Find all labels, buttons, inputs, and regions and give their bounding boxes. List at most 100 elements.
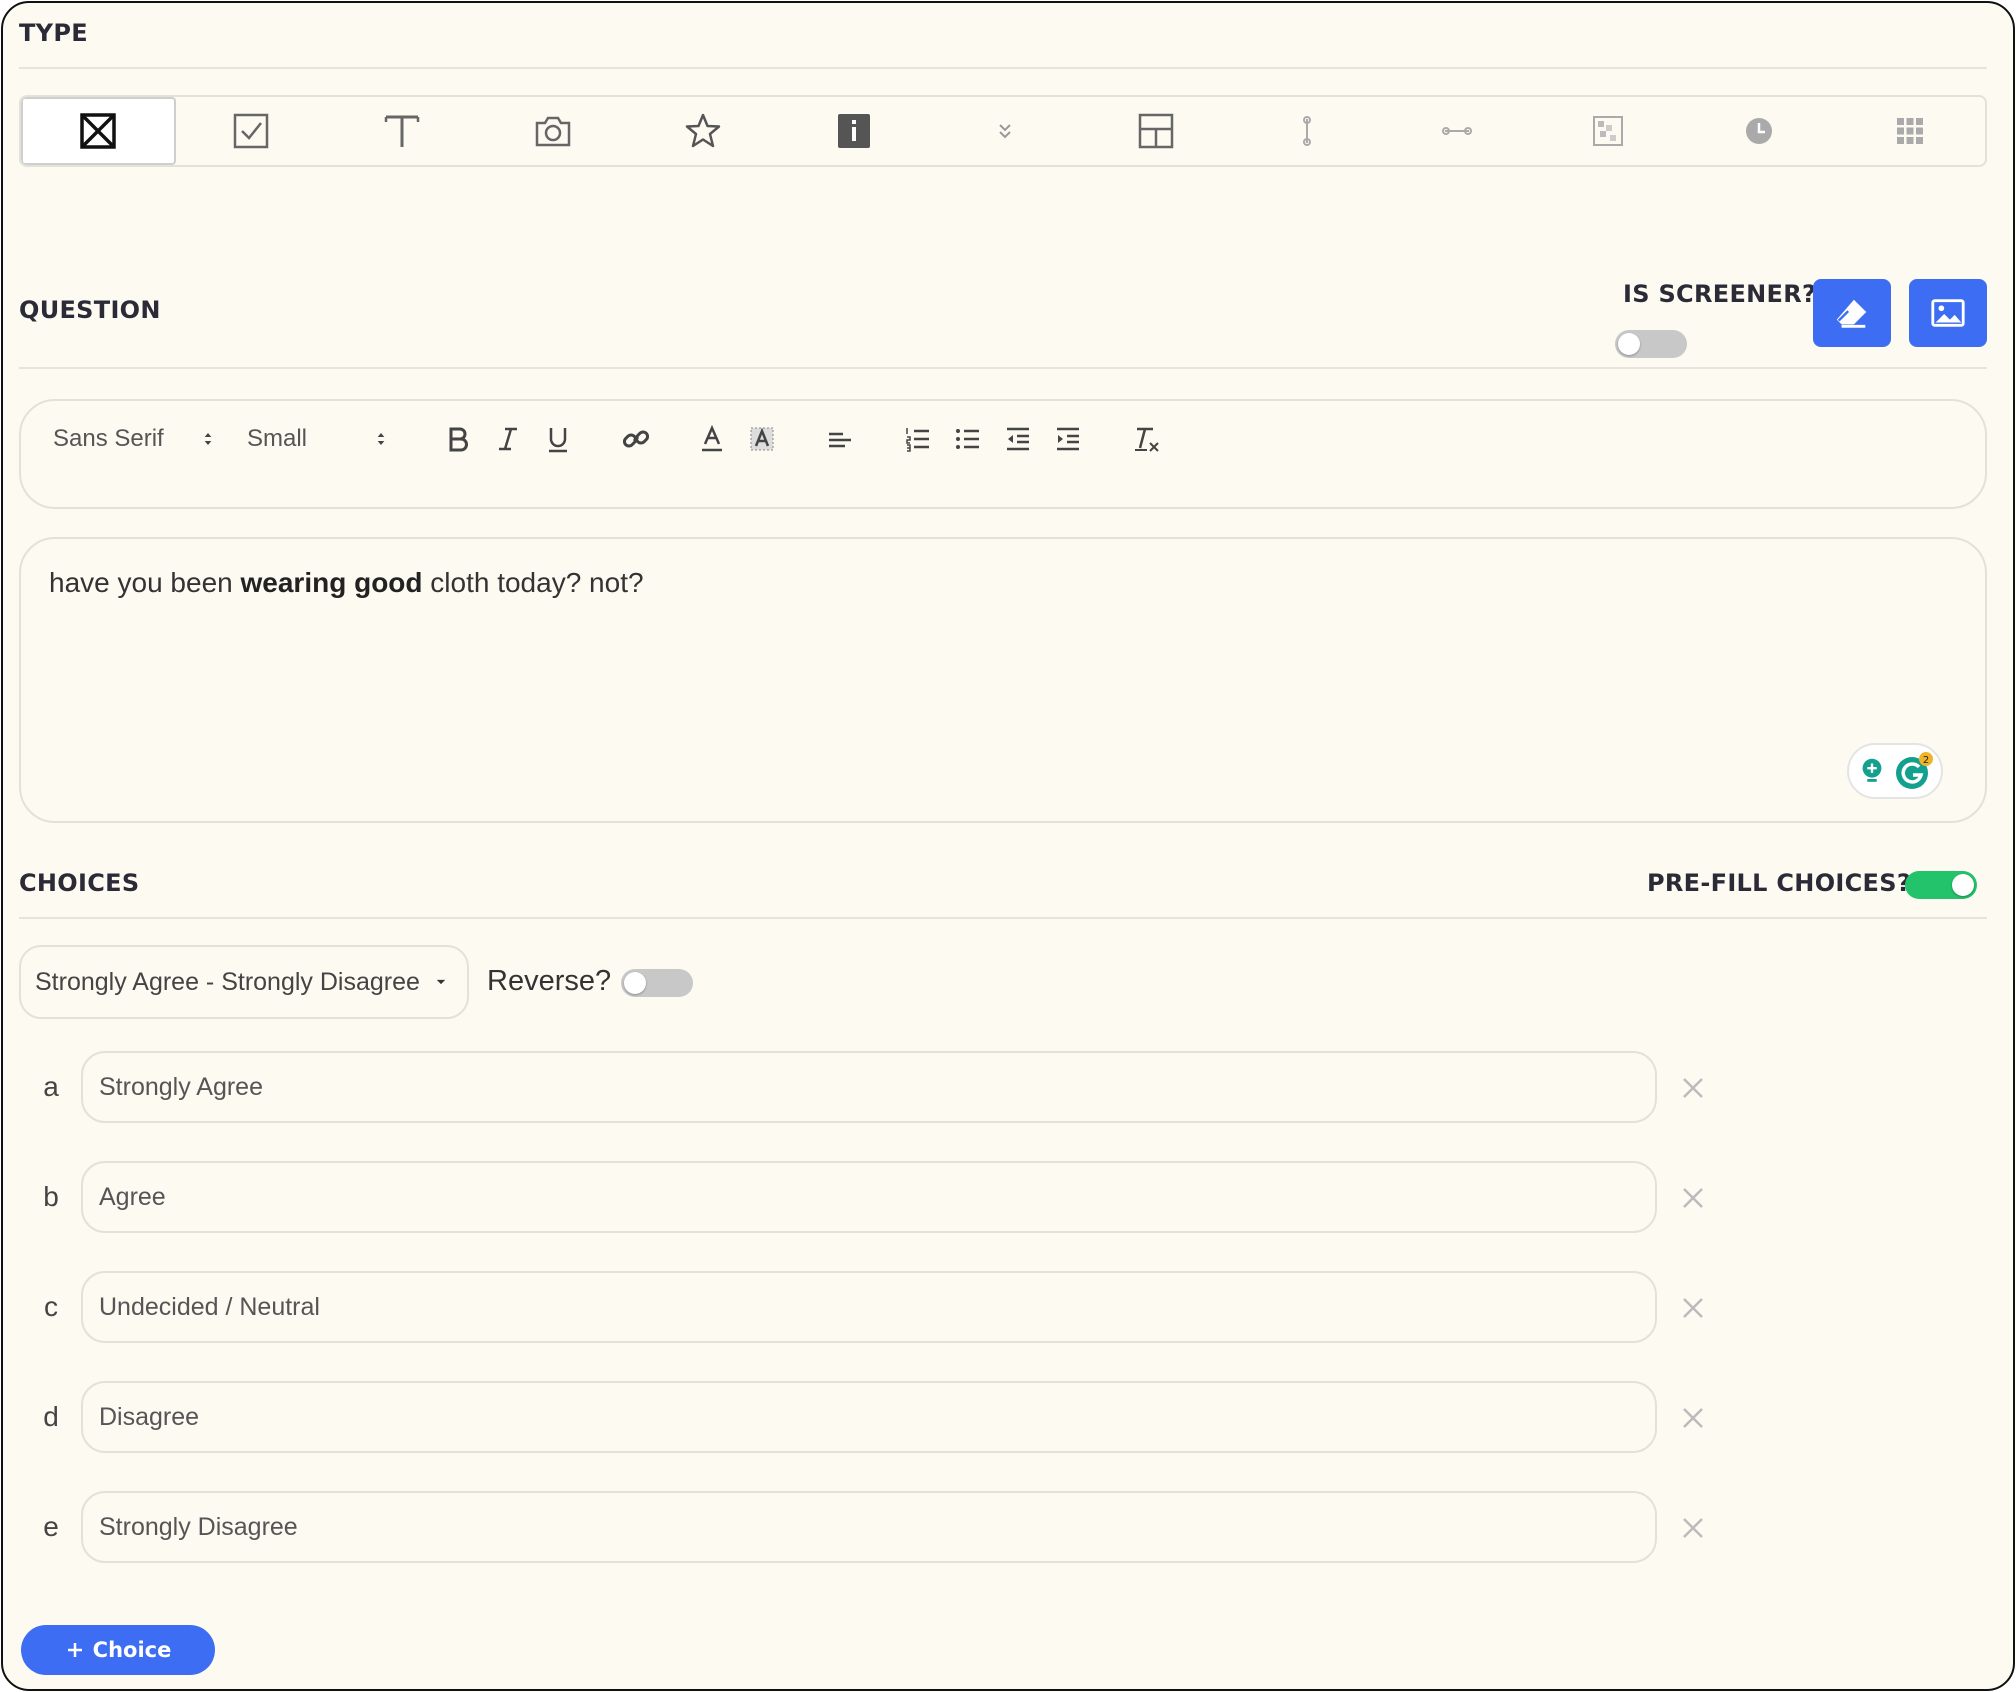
divider	[19, 67, 1987, 69]
type-layout-button[interactable]	[1080, 97, 1231, 165]
type-info-button[interactable]	[779, 97, 930, 165]
text-color-button[interactable]	[697, 421, 727, 457]
link-button[interactable]	[621, 421, 651, 457]
type-vertical-slider-button[interactable]	[1231, 97, 1382, 165]
outdent-icon	[1007, 427, 1029, 451]
remove-choice-icon[interactable]	[1679, 1514, 1707, 1542]
align-left-icon	[829, 432, 851, 448]
eraser-icon	[1836, 299, 1867, 328]
layout-icon	[1138, 113, 1173, 149]
chevron-double-down-icon	[999, 124, 1011, 139]
remove-choice-icon[interactable]	[1679, 1074, 1707, 1102]
remove-choice-icon[interactable]	[1679, 1404, 1707, 1432]
ordered-list-icon	[906, 428, 929, 452]
font-size-select[interactable]: Small	[247, 421, 391, 457]
underline-button[interactable]	[543, 421, 573, 457]
grammarly-count: 2	[1923, 755, 1929, 766]
question-text-plain: have you been	[49, 567, 241, 598]
question-type-toolbar	[19, 95, 1987, 167]
divider	[19, 917, 1987, 919]
bold-button[interactable]	[443, 421, 473, 457]
choice-input[interactable]: Undecided / Neutral	[81, 1271, 1657, 1343]
bullet-list-button[interactable]	[953, 421, 983, 457]
caret-down-icon	[436, 979, 446, 985]
choice-letter: a	[43, 1071, 59, 1102]
cross-box-icon	[80, 113, 117, 149]
type-apps-grid-button[interactable]	[1834, 97, 1985, 165]
info-icon	[838, 114, 871, 148]
reverse-toggle[interactable]	[621, 969, 693, 997]
text-color-icon	[702, 424, 722, 452]
choice-input[interactable]: Disagree	[81, 1381, 1657, 1453]
camera-icon	[535, 116, 570, 147]
highlight-icon	[750, 427, 774, 451]
horizontal-slider-icon	[1442, 127, 1473, 135]
apps-grid-icon	[1896, 118, 1923, 144]
text-icon	[384, 115, 420, 147]
vertical-slider-icon	[1302, 116, 1311, 146]
choices-section-label: CHOICES	[19, 869, 140, 897]
type-cross-box-button[interactable]	[21, 97, 176, 165]
add-image-button[interactable]	[1909, 279, 1987, 347]
choice-input[interactable]: Agree	[81, 1161, 1657, 1233]
type-image-grid-button[interactable]	[1533, 97, 1684, 165]
question-text-plain: cloth today? not?	[422, 567, 644, 598]
checkbox-icon	[233, 113, 269, 149]
rich-text-toolbar: Sans Serif Small	[19, 399, 1987, 509]
align-button[interactable]	[825, 421, 855, 457]
type-horizontal-slider-button[interactable]	[1382, 97, 1533, 165]
font-family-value: Sans Serif	[53, 425, 164, 452]
clear-format-button[interactable]	[1131, 421, 1161, 457]
question-section-label: QUESTION	[19, 296, 161, 324]
question-text: have you been wearing good cloth today? …	[49, 567, 644, 599]
scale-preset-select[interactable]: Strongly Agree - Strongly Disagree	[19, 945, 469, 1019]
plus-icon	[67, 1643, 82, 1657]
type-star-button[interactable]	[628, 97, 779, 165]
indent-button[interactable]	[1053, 421, 1083, 457]
type-section-label: TYPE	[19, 19, 88, 47]
italic-icon	[499, 427, 517, 451]
link-icon	[622, 430, 650, 448]
type-text-button[interactable]	[327, 97, 478, 165]
select-arrows-icon	[377, 433, 385, 445]
prefill-choices-label: PRE-FILL CHOICES?	[1647, 869, 1912, 897]
font-family-select[interactable]: Sans Serif	[53, 421, 218, 457]
choice-input[interactable]: Strongly Agree	[81, 1051, 1657, 1123]
prefill-choices-toggle[interactable]	[1905, 871, 1977, 899]
underline-icon	[549, 428, 567, 453]
type-checkbox-button[interactable]	[176, 97, 327, 165]
indent-icon	[1057, 427, 1079, 451]
font-size-value: Small	[247, 425, 308, 452]
italic-button[interactable]	[493, 421, 523, 457]
remove-choice-icon[interactable]	[1679, 1184, 1707, 1212]
divider	[19, 367, 1987, 369]
scale-preset-value: Strongly Agree - Strongly Disagree	[35, 967, 420, 996]
remove-choice-icon[interactable]	[1679, 1294, 1707, 1322]
image-icon	[1931, 299, 1965, 327]
outdent-button[interactable]	[1003, 421, 1033, 457]
grammarly-icon: 2	[1896, 752, 1933, 789]
screener-toggle[interactable]	[1615, 330, 1687, 358]
add-choice-label: Choice	[92, 1638, 172, 1662]
type-clock-button[interactable]	[1683, 97, 1834, 165]
clock-icon	[1745, 118, 1772, 144]
screener-label: IS SCREENER?	[1623, 280, 1817, 308]
choice-letter: d	[43, 1401, 59, 1432]
toggle-knob	[624, 972, 646, 994]
add-choice-button[interactable]: Choice	[21, 1625, 215, 1675]
choice-input[interactable]: Strongly Disagree	[81, 1491, 1657, 1563]
type-dropdown-button[interactable]	[930, 97, 1081, 165]
clear-format-icon	[1135, 427, 1159, 452]
type-camera-button[interactable]	[477, 97, 628, 165]
bullet-list-icon	[956, 429, 979, 449]
background-color-button[interactable]	[747, 421, 777, 457]
ordered-list-button[interactable]	[903, 421, 933, 457]
choice-letter: c	[44, 1291, 58, 1322]
question-editor-panel: TYPE QUESTION IS SCREENER? Sans Serif Sm…	[1, 1, 2015, 1691]
reverse-label: Reverse?	[487, 965, 612, 997]
grammarly-widget[interactable]: 2	[1847, 743, 1943, 799]
grid-image-icon	[1593, 116, 1624, 146]
clear-button[interactable]	[1813, 279, 1891, 347]
choice-letter: b	[43, 1181, 59, 1212]
question-text-editor[interactable]: have you been wearing good cloth today? …	[19, 537, 1987, 823]
